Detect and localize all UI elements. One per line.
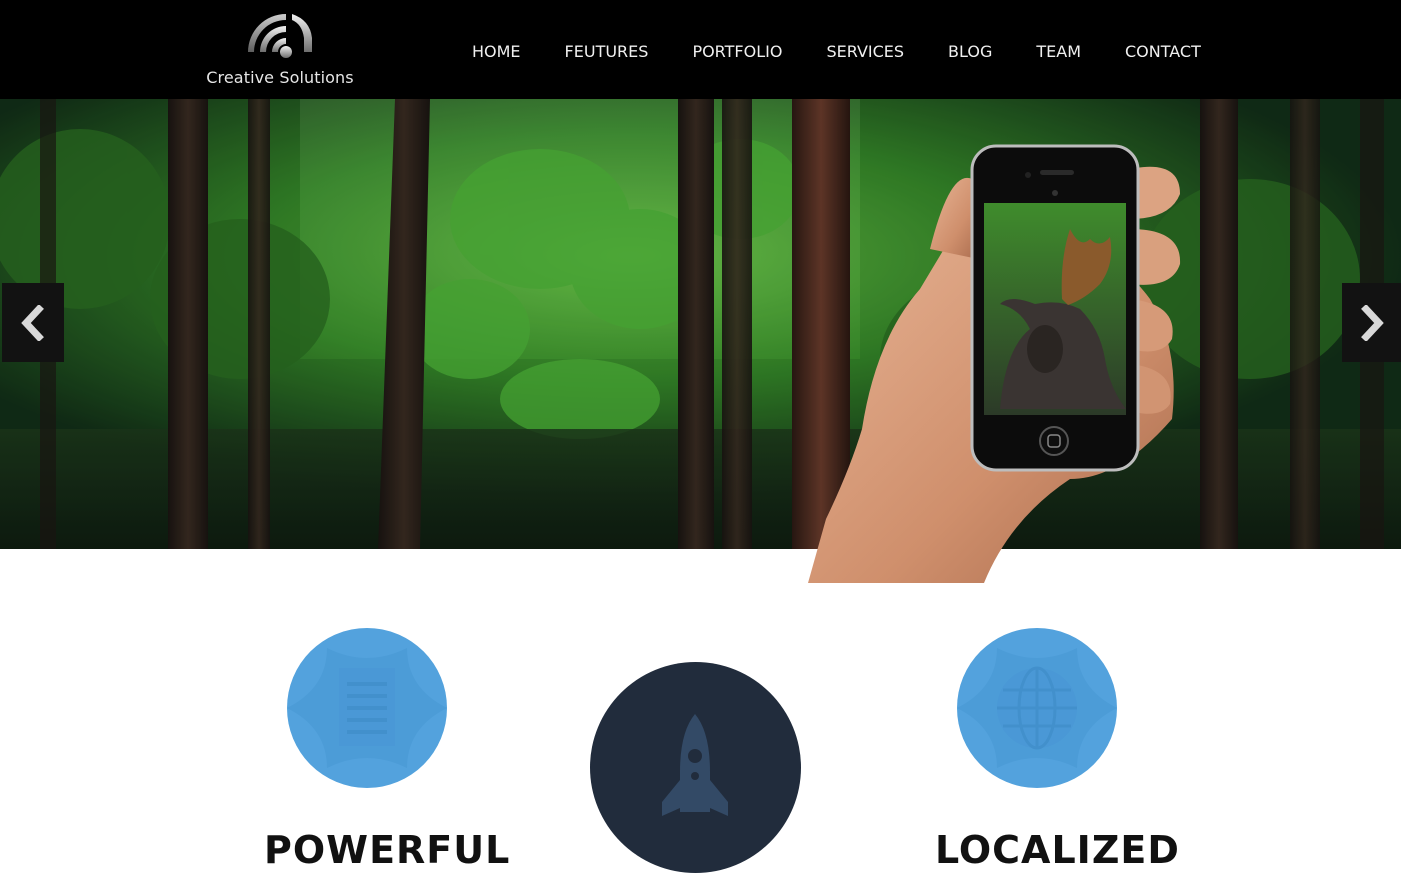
main-nav: HOME FEUTURES PORTFOLIO SERVICES BLOG TE… — [451, 39, 1245, 65]
hero-forest-image — [0, 99, 1401, 549]
feature-title: LOCALIZED — [935, 828, 1180, 872]
feature-circle[interactable] — [957, 628, 1117, 788]
nav-team[interactable]: TEAM — [1036, 39, 1081, 65]
globe-icon — [957, 648, 1117, 768]
feature-title: POWERFUL — [264, 828, 511, 872]
nav-services[interactable]: SERVICES — [826, 39, 904, 65]
logo[interactable]: Creative Solutions — [205, 8, 355, 94]
site-header: Creative Solutions HOME FEUTURES PORTFOL… — [0, 0, 1401, 99]
nav-contact[interactable]: CONTACT — [1125, 39, 1201, 65]
nav-portfolio[interactable]: PORTFOLIO — [692, 39, 782, 65]
slider-next-button[interactable] — [1342, 283, 1401, 362]
feature-circle[interactable] — [287, 628, 447, 788]
nav-blog[interactable]: BLOG — [948, 39, 992, 65]
hero-slider — [0, 99, 1401, 583]
feature-powerful: POWERFUL — [255, 628, 509, 878]
nav-features[interactable]: FEUTURES — [565, 39, 649, 65]
slider-prev-button[interactable] — [2, 283, 64, 362]
feature-circle[interactable] — [590, 662, 801, 873]
chevron-right-icon — [1360, 304, 1384, 341]
nav-home[interactable]: HOME — [472, 39, 521, 65]
wifi-signal-icon — [248, 14, 312, 58]
rocket-icon — [662, 714, 728, 816]
chevron-left-icon — [21, 304, 44, 341]
feature-rocket — [589, 661, 803, 875]
document-icon — [287, 648, 447, 768]
feature-localized: LOCALIZED — [920, 628, 1179, 878]
logo-text: Creative Solutions — [206, 68, 354, 87]
